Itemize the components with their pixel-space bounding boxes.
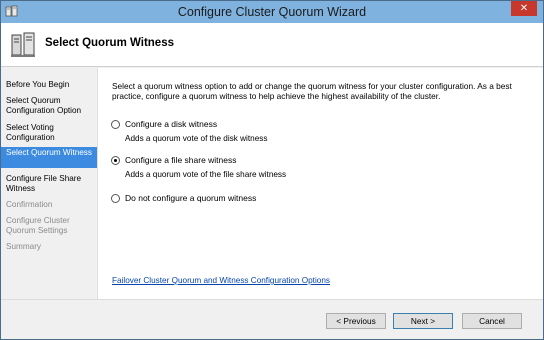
- server-cluster-icon: [11, 32, 35, 57]
- no-witness-radio[interactable]: [111, 194, 120, 203]
- cancel-button[interactable]: Cancel: [462, 313, 522, 329]
- disk-witness-radio[interactable]: [111, 120, 120, 129]
- previous-button[interactable]: < Previous: [326, 313, 386, 329]
- wizard-window: Configure Cluster Quorum Wizard ✕ Select…: [0, 0, 544, 340]
- step-select-quorum-configuration-option[interactable]: Select Quorum Configuration Option: [1, 96, 97, 115]
- intro-text: Select a quorum witness option to add or…: [112, 81, 512, 101]
- window-title: Configure Cluster Quorum Wizard: [177, 5, 367, 19]
- close-button[interactable]: ✕: [511, 1, 537, 16]
- wizard-steps-sidebar: Before You Begin Select Quorum Configura…: [1, 68, 97, 271]
- step-select-quorum-witness[interactable]: Select Quorum Witness: [1, 147, 97, 168]
- disk-witness-label[interactable]: Configure a disk witness: [125, 119, 217, 129]
- step-confirmation: Confirmation: [6, 200, 53, 209]
- page-title: Select Quorum Witness: [45, 37, 174, 49]
- file-share-witness-description: Adds a quorum vote of the file share wit…: [125, 170, 287, 179]
- main-content: Select a quorum witness option to add or…: [97, 68, 543, 299]
- no-witness-label[interactable]: Do not configure a quorum witness: [125, 193, 256, 203]
- step-select-voting-configuration[interactable]: Select Voting Configuration: [1, 123, 97, 142]
- step-configure-cluster-quorum-settings: Configure Cluster Quorum Settings: [6, 216, 70, 235]
- step-summary: Summary: [6, 242, 42, 251]
- step-configure-file-share-witness[interactable]: Configure File Share Witness: [1, 174, 97, 193]
- file-share-witness-label[interactable]: Configure a file share witness: [125, 155, 237, 165]
- step-before-you-begin[interactable]: Before You Begin: [1, 80, 97, 90]
- title-bar[interactable]: Configure Cluster Quorum Wizard ✕: [1, 1, 543, 23]
- disk-witness-description: Adds a quorum vote of the disk witness: [125, 134, 268, 143]
- page-header: Select Quorum Witness: [1, 23, 543, 67]
- wizard-footer: < Previous Next > Cancel: [1, 299, 543, 339]
- next-button[interactable]: Next >: [393, 313, 453, 329]
- quorum-help-link[interactable]: Failover Cluster Quorum and Witness Conf…: [112, 276, 330, 285]
- file-share-witness-radio[interactable]: [111, 156, 120, 165]
